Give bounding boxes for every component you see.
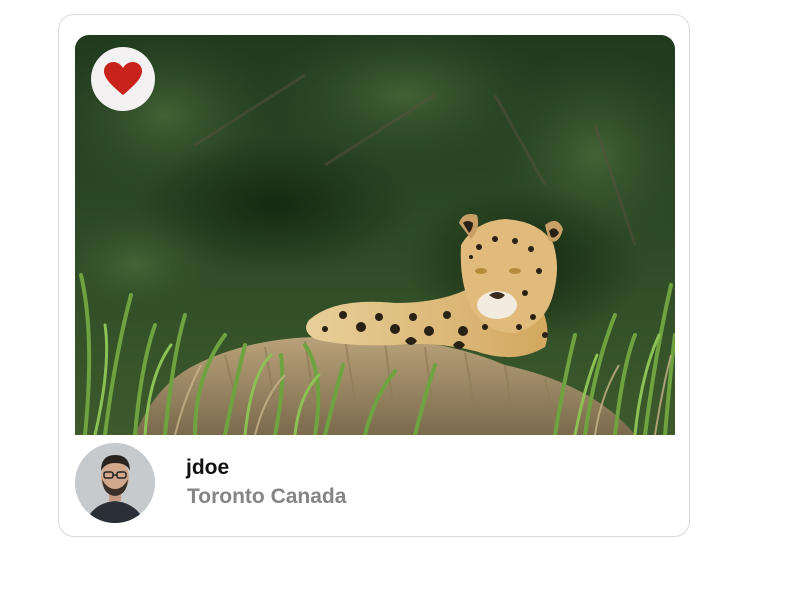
jaguar-photo-image xyxy=(75,35,675,435)
user-avatar-photo xyxy=(75,443,155,523)
heart-icon xyxy=(104,62,142,95)
post-photo[interactable] xyxy=(75,35,675,435)
post-footer: jdoe Toronto Canada xyxy=(75,443,675,527)
like-button[interactable] xyxy=(91,47,155,111)
post-card: jdoe Toronto Canada xyxy=(58,14,690,537)
avatar[interactable] xyxy=(75,443,155,523)
location-label: Toronto Canada xyxy=(187,485,347,508)
username[interactable]: jdoe xyxy=(186,456,229,480)
